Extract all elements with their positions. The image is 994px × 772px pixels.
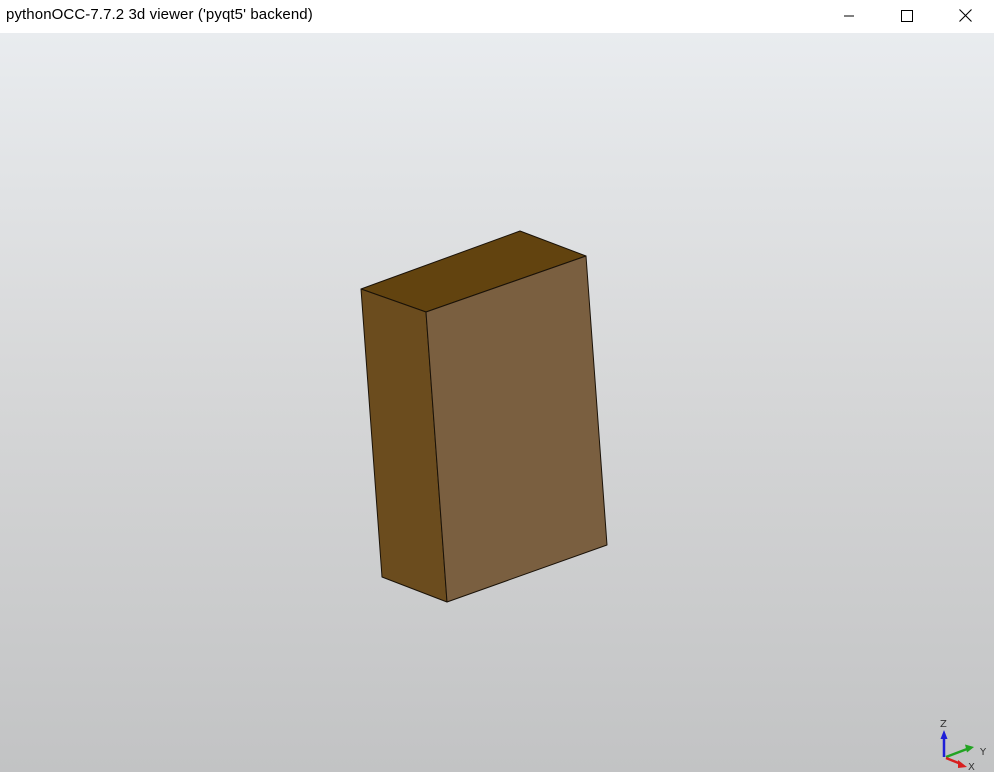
box-front-face [425, 255, 608, 603]
scene-canvas [360, 230, 608, 603]
title-bar[interactable]: pythonOCC-7.7.2 3d viewer ('pyqt5' backe… [0, 0, 994, 31]
close-icon [958, 9, 972, 22]
viewer-window: pythonOCC-7.7.2 3d viewer ('pyqt5' backe… [0, 0, 994, 772]
y-axis-label: Y [979, 747, 987, 758]
x-axis: X [945, 756, 975, 772]
window-title: pythonOCC-7.7.2 3d viewer ('pyqt5' backe… [6, 6, 313, 23]
z-axis: Z [940, 719, 948, 757]
x-axis-label: X [968, 762, 975, 772]
window-controls [820, 0, 994, 31]
z-axis-label: Z [940, 719, 947, 730]
maximize-icon [901, 9, 913, 22]
y-axis: Y [945, 744, 987, 759]
3d-viewport[interactable]: Z Y X [0, 33, 994, 772]
maximize-button[interactable] [878, 0, 936, 31]
minimize-icon [844, 15, 854, 16]
minimize-button[interactable] [820, 0, 878, 31]
box-shape[interactable] [360, 230, 608, 603]
axis-triedron: Z Y X [940, 719, 987, 772]
close-button[interactable] [936, 0, 994, 31]
